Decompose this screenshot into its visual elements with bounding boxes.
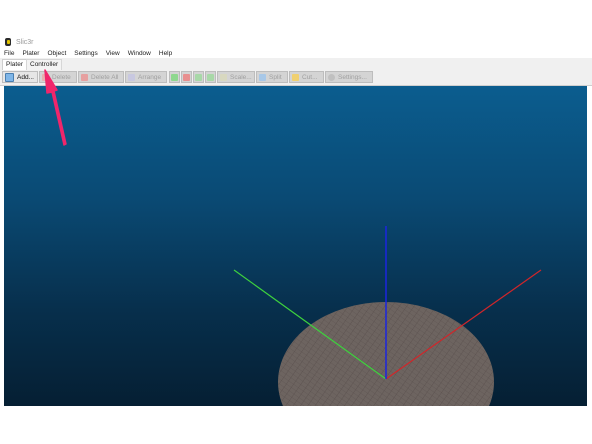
toolbar: Add... Delete Delete All Arrange Scale..… xyxy=(0,70,592,86)
tab-controller[interactable]: Controller xyxy=(26,59,63,70)
delete-button[interactable]: Delete xyxy=(39,71,77,83)
tab-plater[interactable]: Plater xyxy=(2,59,27,70)
delete-all-button[interactable]: Delete All xyxy=(78,71,124,83)
scale-button[interactable]: Scale... xyxy=(217,71,255,83)
rotate-left-button[interactable] xyxy=(193,71,204,83)
delete-icon xyxy=(42,73,49,81)
split-button[interactable]: Split xyxy=(256,71,288,83)
menu-plater[interactable]: Plater xyxy=(18,50,43,57)
minus-icon xyxy=(183,73,190,81)
cut-button[interactable]: Cut... xyxy=(289,71,324,83)
settings-icon xyxy=(328,73,335,81)
settings-button[interactable]: Settings... xyxy=(325,71,373,83)
title-bar: Slic3r xyxy=(0,36,592,48)
print-bed xyxy=(278,302,494,406)
scale-icon xyxy=(220,73,227,81)
arrange-icon xyxy=(128,73,135,81)
menu-file[interactable]: File xyxy=(0,50,18,57)
menu-settings[interactable]: Settings xyxy=(70,50,102,57)
decrease-button[interactable] xyxy=(181,71,192,83)
add-button[interactable]: Add... xyxy=(2,71,38,83)
viewport-scene xyxy=(233,226,542,406)
split-icon xyxy=(259,73,266,81)
cut-icon xyxy=(292,73,299,81)
menu-help[interactable]: Help xyxy=(155,50,176,57)
arrange-button[interactable]: Arrange xyxy=(125,71,167,83)
menu-view[interactable]: View xyxy=(102,50,124,57)
rotate-right-button[interactable] xyxy=(205,71,216,83)
menu-bar: File Plater Object Settings View Window … xyxy=(0,48,592,58)
slic3r-logo-icon xyxy=(5,38,11,46)
increase-button[interactable] xyxy=(169,71,180,83)
menu-object[interactable]: Object xyxy=(43,50,70,57)
menu-window[interactable]: Window xyxy=(124,50,155,57)
rotate-right-icon xyxy=(207,73,214,81)
3d-viewport[interactable] xyxy=(4,86,587,406)
delete-all-icon xyxy=(81,73,88,81)
window-title: Slic3r xyxy=(16,38,34,46)
add-icon xyxy=(5,72,14,82)
plus-icon xyxy=(171,73,178,81)
rotate-left-icon xyxy=(195,73,202,81)
